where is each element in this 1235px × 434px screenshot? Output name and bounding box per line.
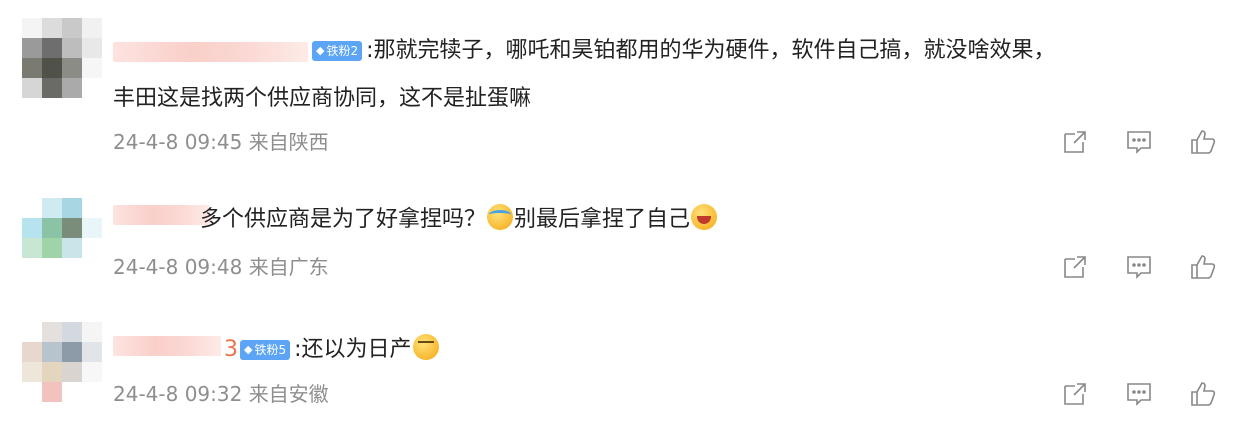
username-suffix[interactable]: 3 [224,337,238,362]
username-blurred[interactable] [113,336,221,356]
cry-laugh-emoji [487,204,514,230]
avatar[interactable] [22,322,102,402]
comment-location: 来自安徽 [248,382,329,406]
comment-time: 24-4-8 09:32 [113,382,243,406]
comment-actions [1061,380,1217,408]
comment-text: 3 ◆ 铁粉5:还以为日产 [224,334,440,365]
comment-meta: 24-4-8 09:32 来自安徽 [113,380,329,408]
share-icon[interactable] [1061,380,1089,408]
laugh-emoji [691,204,718,230]
like-icon[interactable] [1189,380,1217,408]
like-icon[interactable] [1189,128,1217,156]
avatar[interactable] [22,18,102,98]
comment-icon[interactable] [1125,253,1153,281]
comment-body: 多个供应商是为了好拿捏吗？ [200,207,487,232]
share-icon[interactable] [1061,253,1089,281]
comment-meta: 24-4-8 09:45 来自陕西 [113,128,329,156]
comment-text-line2: 丰田这是找两个供应商协同，这不是扯蛋嘛 [113,86,532,111]
comment-actions [1061,128,1217,156]
comment-text: ◆ 铁粉2:那就完犊子，哪吒和昊铂都用的华为硬件，软件自己搞，就没啥效果， [310,36,1056,66]
comment-icon[interactable] [1125,380,1153,408]
fan-badge[interactable]: ◆ 铁粉5 [240,340,291,360]
comment-body: :那就完犊子，哪吒和昊铂都用的华为硬件，软件自己搞，就没啥效果， [366,38,1056,63]
username-blurred[interactable] [113,42,308,62]
avatar[interactable] [22,198,102,278]
shy-emoji [412,334,439,360]
comment-actions [1061,253,1217,281]
comment-meta: 24-4-8 09:48 来自广东 [113,253,329,281]
comment-body-2: 别最后拿捏了自己 [514,207,691,232]
like-icon[interactable] [1189,253,1217,281]
username-blurred[interactable] [113,205,210,225]
comment-text: 多个供应商是为了好拿捏吗？ 别最后拿捏了自己 [200,204,718,235]
comment-time: 24-4-8 09:48 [113,255,243,279]
diamond-icon: ◆ [244,343,253,356]
fan-badge[interactable]: ◆ 铁粉2 [312,41,363,61]
comment-location: 来自陕西 [248,130,329,154]
comment-icon[interactable] [1125,128,1153,156]
diamond-icon: ◆ [316,44,325,57]
comment-location: 来自广东 [248,255,329,279]
share-icon[interactable] [1061,128,1089,156]
comment-time: 24-4-8 09:45 [113,130,243,154]
comment-body: :还以为日产 [294,337,412,362]
